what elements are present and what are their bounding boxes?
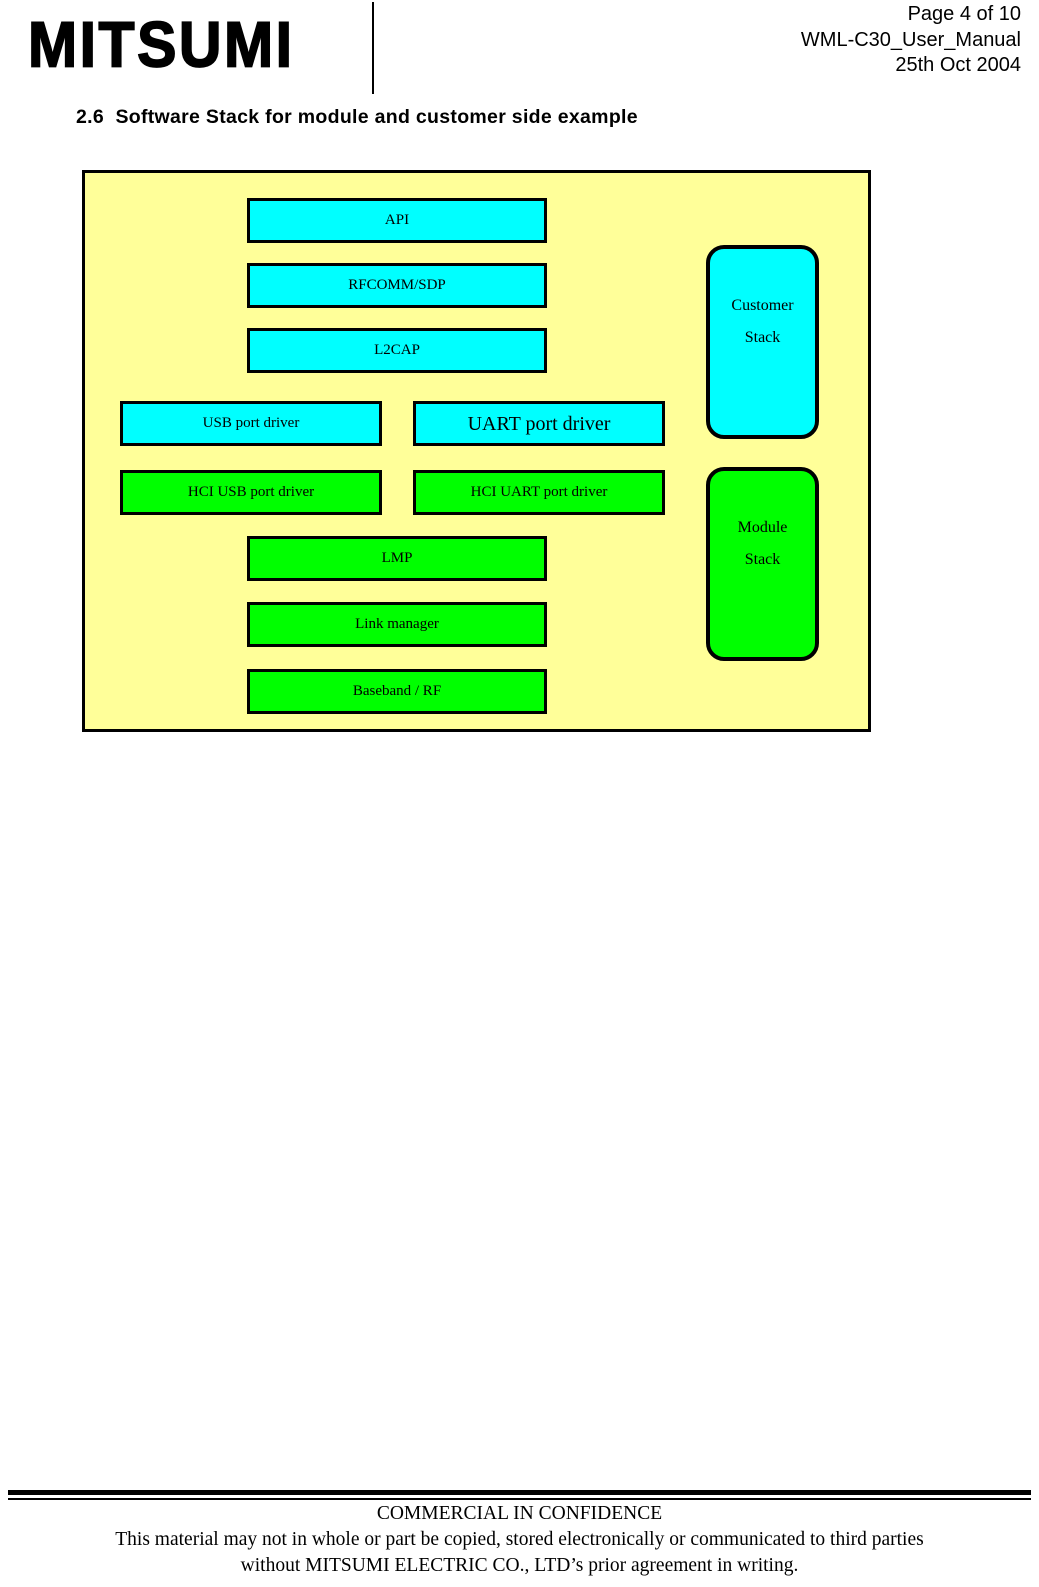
node-baseband-rf: Baseband / RF <box>247 669 547 714</box>
header-divider <box>372 2 374 94</box>
legend-module-stack: Module Stack <box>706 467 819 661</box>
node-hci-usb-port-driver: HCI USB port driver <box>120 470 382 515</box>
document-name-label: WML-C30_User_Manual <box>800 28 1021 51</box>
document-date-label: 25th Oct 2004 <box>895 54 1021 76</box>
page-header: MITSUMI Page 4 of 10 WML-C30_User_Manual… <box>0 0 1039 100</box>
legend-customer-stack-line2: Stack <box>744 329 781 346</box>
page-number-label: Page 4 of 10 <box>907 3 1021 25</box>
legend-module-stack-line1: Module <box>737 519 788 536</box>
legend-customer-stack: Customer Stack <box>706 245 819 439</box>
node-l2cap: L2CAP <box>247 328 547 373</box>
mitsumi-logo: MITSUMI <box>27 8 295 81</box>
footer-notice-line1: This material may not in whole or part b… <box>115 1529 924 1550</box>
footer-notice-line2: without MITSUMI ELECTRIC CO., LTD’s prio… <box>240 1555 799 1576</box>
node-link-manager: Link manager <box>247 602 547 647</box>
node-api: API <box>247 198 547 243</box>
header-meta: Page 4 of 10 WML-C30_User_Manual 25th Oc… <box>801 2 1021 79</box>
legend-customer-stack-line1: Customer <box>731 297 794 314</box>
node-hci-uart-port-driver: HCI UART port driver <box>413 470 665 515</box>
node-rfcomm-sdp: RFCOMM/SDP <box>247 263 547 308</box>
confidentiality-label: COMMERCIAL IN CONFIDENCE <box>376 1503 663 1524</box>
software-stack-diagram: API RFCOMM/SDP L2CAP USB port driver UAR… <box>82 170 871 732</box>
section-heading: 2.6 Software Stack for module and custom… <box>76 106 638 128</box>
footer-text: COMMERCIAL IN CONFIDENCE This material m… <box>0 1501 1039 1579</box>
legend-module-stack-line2: Stack <box>744 551 781 568</box>
footer-rule-thick <box>8 1490 1031 1495</box>
node-lmp: LMP <box>247 536 547 581</box>
node-usb-port-driver: USB port driver <box>120 401 382 446</box>
node-uart-port-driver: UART port driver <box>413 401 665 446</box>
footer-rule-thin <box>8 1498 1031 1500</box>
